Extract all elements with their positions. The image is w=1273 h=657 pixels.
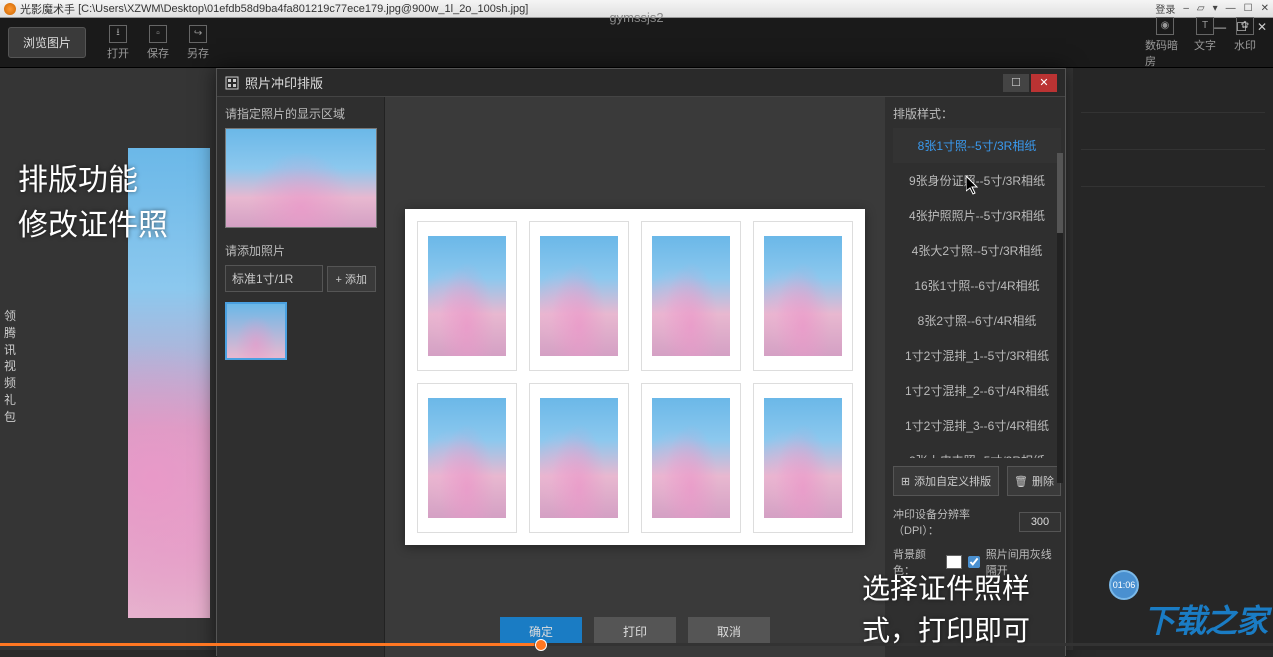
sys-min-icon[interactable]: – [1183, 3, 1189, 14]
text-icon: T [1196, 17, 1214, 35]
saveas-icon: ↪ [189, 25, 207, 43]
inner-max-icon[interactable]: ☐ [1236, 20, 1247, 34]
save-button[interactable]: ▫保存 [138, 25, 178, 61]
plus-icon: ⊞ [901, 475, 910, 488]
tutorial-overlay-1: 排版功能 修改证件照 [18, 158, 168, 248]
inner-close-icon[interactable]: ✕ [1257, 20, 1267, 34]
print-photo [764, 236, 842, 356]
dpi-label: 冲印设备分辨率（DPI）： [893, 506, 1013, 538]
right-sidebar [1073, 68, 1273, 650]
add-section-label: 请添加照片 [225, 242, 376, 259]
print-photo [540, 236, 618, 356]
style-section-label: 排版样式： [893, 105, 1061, 122]
modal-titlebar: 照片冲印排版 ☐ ✕ [217, 69, 1065, 97]
layout-icon [225, 76, 239, 90]
layout-scrollbar[interactable] [1057, 153, 1063, 483]
tutorial-overlay-2: 选择证件照样 式，打印即可 [862, 568, 1030, 652]
open-icon: ⭳ [109, 25, 127, 43]
saveas-button[interactable]: ↪另存 [178, 25, 218, 61]
browse-button[interactable]: 浏览图片 [8, 27, 86, 58]
print-cell [753, 221, 853, 371]
layout-option[interactable]: 8张2寸照--6寸/4R相纸 [893, 303, 1061, 338]
video-progress-bar[interactable] [0, 643, 1273, 646]
app-name: 光影魔术手 [20, 1, 75, 17]
modal-max-button[interactable]: ☐ [1003, 74, 1029, 92]
layout-option[interactable]: 9张身份证照--5寸/3R相纸 [893, 163, 1061, 198]
camera-icon: ◉ [1156, 17, 1174, 35]
photo-select-panel: 请指定照片的显示区域 请添加照片 标准1寸/1R + 添加 [217, 97, 385, 657]
layout-option[interactable]: 4张大2寸照--5寸/3R相纸 [893, 233, 1061, 268]
layout-preview-panel: 确定 打印 取消 [385, 97, 885, 657]
layout-option[interactable]: 4张护照照片--5寸/3R相纸 [893, 198, 1061, 233]
bg-color-swatch[interactable] [946, 555, 962, 569]
sys-menu-icon[interactable]: ▾ [1213, 3, 1218, 14]
app-icon [4, 3, 16, 15]
inner-min-icon[interactable]: — [1214, 20, 1226, 34]
sys-max-icon[interactable]: ☐ [1244, 3, 1253, 14]
trash-icon: 🗑 [1014, 475, 1028, 488]
dpi-input[interactable] [1019, 512, 1061, 532]
sidebar-item[interactable] [1081, 113, 1265, 150]
layout-option[interactable]: 1寸2寸混排_1--5寸/3R相纸 [893, 338, 1061, 373]
layout-option[interactable]: 8张1寸照--5寸/3R相纸 [893, 128, 1061, 163]
print-photo [764, 398, 842, 518]
download-site-logo: 下载之家 [1143, 596, 1267, 642]
delete-layout-button[interactable]: 🗑删除 [1007, 466, 1061, 496]
gray-separator-checkbox[interactable] [968, 556, 980, 568]
login-link[interactable]: 登录 [1155, 1, 1175, 16]
sys-box-icon[interactable]: ▱ [1197, 3, 1205, 14]
print-cell [641, 383, 741, 533]
print-photo [652, 398, 730, 518]
photo-thumbnail[interactable] [225, 302, 287, 360]
sys-min2-icon[interactable]: — [1226, 3, 1236, 14]
layout-option[interactable]: 16张1寸照--6寸/4R相纸 [893, 268, 1061, 303]
print-cell [753, 383, 853, 533]
print-photo [428, 236, 506, 356]
add-custom-layout-button[interactable]: ⊞添加自定义排版 [893, 466, 999, 496]
preview-section-label: 请指定照片的显示区域 [225, 105, 376, 122]
layout-style-list[interactable]: 8张1寸照--5寸/3R相纸 9张身份证照--5寸/3R相纸 4张护照照片--5… [893, 128, 1061, 458]
inner-window-controls: — ☐ ✕ [1214, 20, 1267, 34]
print-photo [540, 398, 618, 518]
print-photo [428, 398, 506, 518]
modal-title-text: 照片冲印排版 [245, 73, 323, 92]
add-photo-button[interactable]: + 添加 [327, 266, 376, 292]
print-cell [641, 221, 741, 371]
layout-option[interactable]: 1寸2寸混排_2--6寸/4R相纸 [893, 373, 1061, 408]
photo-preview[interactable] [225, 128, 377, 228]
sidebar-item[interactable] [1081, 150, 1265, 187]
layout-option[interactable]: 1寸2寸混排_3--6寸/4R相纸 [893, 408, 1061, 443]
sidebar-item[interactable] [1081, 76, 1265, 113]
print-photo [652, 236, 730, 356]
print-button[interactable]: 打印 [594, 617, 676, 645]
modal-close-button[interactable]: ✕ [1031, 74, 1057, 92]
print-cell [417, 383, 517, 533]
promo-vertical-text[interactable]: 领腾讯视频礼包 [4, 308, 18, 426]
sys-close-icon[interactable]: ✕ [1261, 3, 1269, 14]
darkroom-button[interactable]: ◉数码暗房 [1145, 17, 1185, 69]
print-cell [529, 383, 629, 533]
duration-badge: 01:06 [1109, 570, 1139, 600]
print-sheet [405, 209, 865, 545]
photo-size-select[interactable]: 标准1寸/1R [225, 265, 323, 292]
print-cell [417, 221, 517, 371]
save-icon: ▫ [149, 25, 167, 43]
open-button[interactable]: ⭳打开 [98, 25, 138, 61]
print-cell [529, 221, 629, 371]
layout-option[interactable]: 2张小皮夹照--5寸/3R相纸 [893, 443, 1061, 458]
cancel-button[interactable]: 取消 [688, 617, 770, 645]
file-path: [C:\Users\XZWM\Desktop\01efdb58d9ba4fa80… [78, 3, 528, 15]
watermark-text: gymssjs2 [609, 10, 663, 25]
main-toolbar: 浏览图片 ⭳打开 ▫保存 ↪另存 ◉数码暗房 T文字 ✿水印 [0, 18, 1273, 68]
